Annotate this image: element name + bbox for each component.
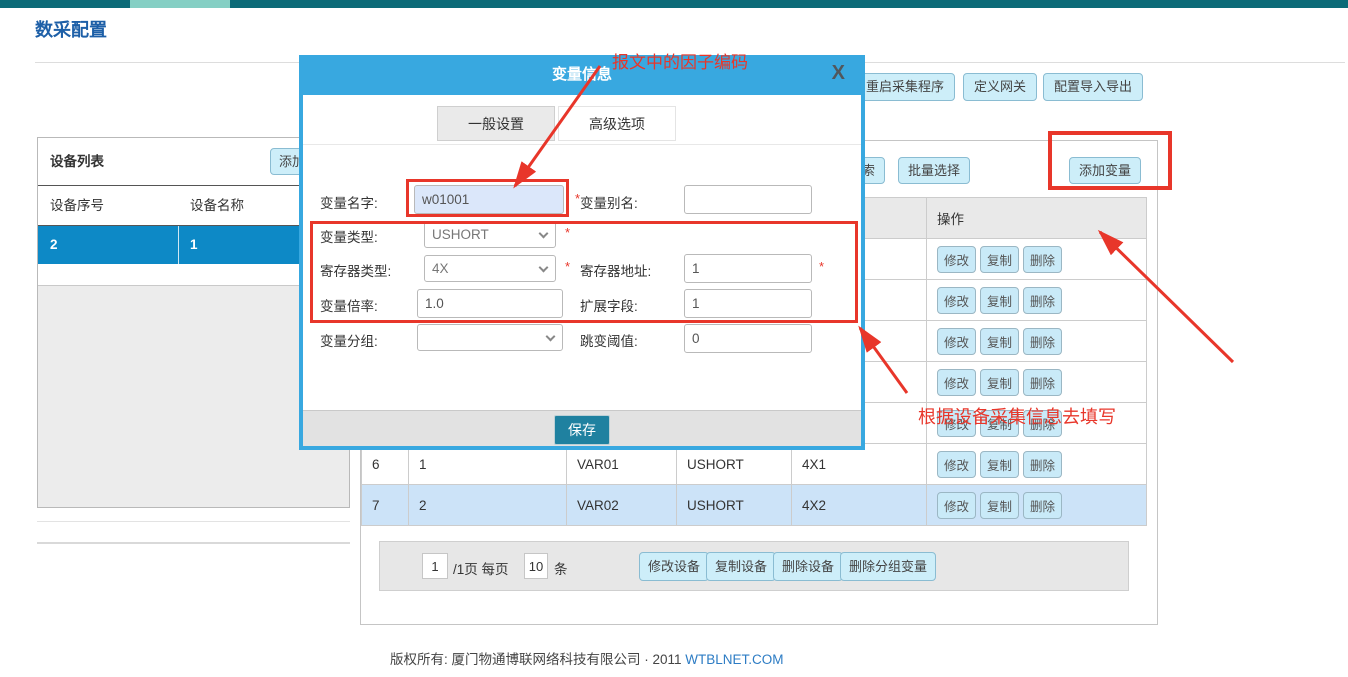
cell-ops: 修改复制删除 xyxy=(927,239,1147,280)
delete-button[interactable]: 删除 xyxy=(1023,328,1062,355)
required-marker: * xyxy=(565,225,570,240)
edit-button[interactable]: 修改 xyxy=(937,492,976,519)
register-type-label: 寄存器类型: xyxy=(320,260,391,280)
delete-group-variable-button[interactable]: 删除分组变量 xyxy=(840,552,936,581)
edit-button[interactable]: 修改 xyxy=(937,328,976,355)
tabbar-divider xyxy=(303,144,861,145)
register-type-value: 4X xyxy=(432,261,449,276)
jump-threshold-label: 跳变阈值: xyxy=(580,330,638,350)
cell: VAR02 xyxy=(567,485,677,526)
modify-device-button[interactable]: 修改设备 xyxy=(639,552,709,581)
device-col-name: 设备名称 xyxy=(190,186,244,226)
dialog-title: 变量信息 xyxy=(299,55,865,95)
variable-group-label: 变量分组: xyxy=(320,330,378,350)
variable-name-input[interactable] xyxy=(414,185,564,214)
register-address-input[interactable] xyxy=(684,254,812,283)
edit-button[interactable]: 修改 xyxy=(937,369,976,396)
page-size-unit-label: 条 xyxy=(554,558,568,578)
dialog-body: 一般设置 高级选项 变量名字: * 变量别名: 变量类型: USHORT * 寄… xyxy=(303,95,861,446)
dialog-header: 变量信息 X xyxy=(299,55,865,95)
copyright-footer: 版权所有: 厦门物通博联网络科技有限公司 · 2011 WTBLNET.COM xyxy=(390,648,784,668)
page-size-input[interactable] xyxy=(524,553,548,579)
edit-button[interactable]: 修改 xyxy=(937,246,976,273)
config-import-export-button[interactable]: 配置导入导出 xyxy=(1043,73,1143,101)
copy-button[interactable]: 复制 xyxy=(980,492,1019,519)
cell-ops: 修改复制删除 xyxy=(927,485,1147,526)
delete-button[interactable]: 删除 xyxy=(1023,369,1062,396)
delete-button[interactable]: 删除 xyxy=(1023,492,1062,519)
variable-type-label: 变量类型: xyxy=(320,226,378,246)
edit-button[interactable]: 修改 xyxy=(937,287,976,314)
device-panel-title: 设备列表 xyxy=(50,138,104,186)
cell-ops: 修改复制删除 xyxy=(927,321,1147,362)
copy-button[interactable]: 复制 xyxy=(980,451,1019,478)
chevron-down-icon xyxy=(539,229,549,239)
close-icon[interactable]: X xyxy=(832,62,845,85)
required-marker: * xyxy=(819,259,824,274)
copy-button[interactable]: 复制 xyxy=(980,369,1019,396)
variable-group-select[interactable] xyxy=(417,324,563,351)
variable-alias-label: 变量别名: xyxy=(580,192,638,212)
jump-threshold-input[interactable] xyxy=(684,324,812,353)
delete-button[interactable]: 删除 xyxy=(1023,246,1062,273)
annotation-fill-hint: 根据设备采集信息去填写 xyxy=(918,403,1116,429)
delete-device-button[interactable]: 删除设备 xyxy=(773,552,843,581)
save-button[interactable]: 保存 xyxy=(554,415,610,445)
divider-line xyxy=(37,542,350,544)
cell: 2 xyxy=(409,485,567,526)
page-count-label: /1页 每页 xyxy=(453,558,509,578)
edit-button[interactable]: 修改 xyxy=(937,451,976,478)
top-bar xyxy=(0,0,1348,8)
page-title: 数采配置 xyxy=(35,16,107,42)
variable-ratio-input[interactable] xyxy=(417,289,563,318)
cell-ops: 修改复制删除 xyxy=(927,280,1147,321)
variable-name-label: 变量名字: xyxy=(320,192,378,212)
cell-ops: 修改复制删除 xyxy=(927,444,1147,485)
copy-button[interactable]: 复制 xyxy=(980,246,1019,273)
add-variable-button[interactable]: 添加变量 xyxy=(1069,157,1141,184)
tab-general-settings[interactable]: 一般设置 xyxy=(437,106,555,141)
extended-field-label: 扩展字段: xyxy=(580,295,638,315)
company-link[interactable]: WTBLNET.COM xyxy=(685,652,783,667)
register-address-label: 寄存器地址: xyxy=(580,260,651,280)
divider-line xyxy=(37,521,350,522)
variable-info-dialog: 变量信息 X 一般设置 高级选项 变量名字: * 变量别名: 变量类型: USH… xyxy=(299,55,865,450)
app-window: 数采配置 重启采集程序 定义网关 配置导入导出 设备列表 添加设备 设备序号 设… xyxy=(0,0,1348,677)
register-type-select[interactable]: 4X xyxy=(424,255,556,282)
device-row-divider xyxy=(178,226,179,264)
chevron-down-icon xyxy=(546,332,556,342)
variable-ratio-label: 变量倍率: xyxy=(320,295,378,315)
top-bar-accent xyxy=(130,0,230,8)
batch-select-button[interactable]: 批量选择 xyxy=(898,157,970,184)
required-marker: * xyxy=(565,259,570,274)
table-row-selected[interactable]: 7 2 VAR02 USHORT 4X2 修改复制删除 xyxy=(362,485,1147,526)
pagination-bar: /1页 每页 条 修改设备 复制设备 删除设备 删除分组变量 xyxy=(379,541,1129,591)
delete-button[interactable]: 删除 xyxy=(1023,287,1062,314)
variable-type-value: USHORT xyxy=(432,227,489,242)
copy-button[interactable]: 复制 xyxy=(980,287,1019,314)
define-gateway-button[interactable]: 定义网关 xyxy=(963,73,1037,101)
cell-ops: 修改复制删除 xyxy=(927,362,1147,403)
tab-advanced-options[interactable]: 高级选项 xyxy=(558,106,676,141)
restart-collector-button[interactable]: 重启采集程序 xyxy=(855,73,955,101)
cell: 7 xyxy=(362,485,409,526)
cell: 4X2 xyxy=(792,485,927,526)
variable-alias-input[interactable] xyxy=(684,185,812,214)
device-name-value: 1 xyxy=(190,226,198,264)
dialog-footer: 保存 xyxy=(303,410,861,446)
copyright-text: 版权所有: 厦门物通博联网络科技有限公司 · 2011 xyxy=(390,652,682,667)
annotation-factor-code: 报文中的因子编码 xyxy=(612,48,748,73)
device-seq-value: 2 xyxy=(50,226,58,264)
copy-device-button[interactable]: 复制设备 xyxy=(706,552,776,581)
copy-button[interactable]: 复制 xyxy=(980,328,1019,355)
cell: USHORT xyxy=(677,485,792,526)
delete-button[interactable]: 删除 xyxy=(1023,451,1062,478)
col-header-ops: 操作 xyxy=(927,198,1147,239)
chevron-down-icon xyxy=(539,263,549,273)
device-col-seq: 设备序号 xyxy=(50,186,104,226)
page-number-input[interactable] xyxy=(422,553,448,579)
variable-type-select[interactable]: USHORT xyxy=(424,221,556,248)
extended-field-input[interactable] xyxy=(684,289,812,318)
